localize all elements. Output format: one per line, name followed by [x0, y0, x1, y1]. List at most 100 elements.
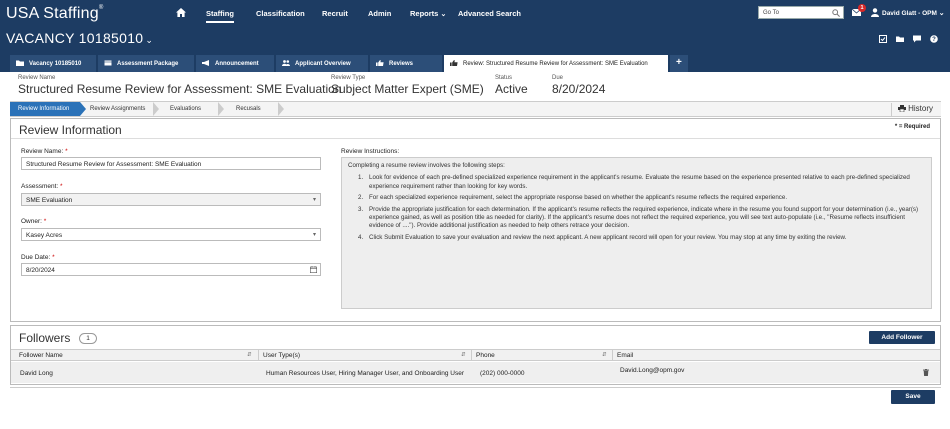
thumb-icon: [450, 60, 458, 66]
nav-staffing[interactable]: Staffing: [206, 9, 234, 23]
tab-review-detail[interactable]: Review: Structured Resume Review for Ass…: [444, 55, 668, 72]
add-tab-button[interactable]: +: [670, 55, 688, 72]
instructions-intro: Completing a resume review involves the …: [348, 162, 505, 169]
goto-input[interactable]: Go To: [758, 6, 844, 19]
history-button[interactable]: History: [890, 103, 937, 116]
step-evaluations[interactable]: Evaluations: [170, 102, 201, 116]
tab-label: Reviews: [389, 61, 414, 67]
review-due-block: Due 8/20/2024: [552, 75, 605, 96]
trash-icon[interactable]: [923, 369, 929, 376]
owner-select[interactable]: Kasey Acres ▾: [21, 228, 321, 241]
tab-reviews[interactable]: Reviews: [370, 55, 442, 72]
owner-value: Kasey Acres: [26, 232, 63, 239]
instruction-item: 4. Click Submit Evaluation to save your e…: [348, 234, 925, 242]
review-due-label: Due: [552, 75, 564, 81]
nav-recruit[interactable]: Recruit: [322, 9, 348, 18]
chevron-down-icon: ⌄: [938, 10, 945, 17]
save-button[interactable]: Save: [891, 390, 935, 404]
package-icon: [104, 60, 112, 66]
column-user-types[interactable]: User Type(s): [263, 352, 300, 359]
review-due-value: 8/20/2024: [552, 82, 606, 96]
table-row: David Long Human Resources User, Hiring …: [11, 362, 940, 383]
tab-vacancy[interactable]: Vacancy 10185010: [10, 55, 96, 72]
tab-announcement[interactable]: Announcement: [196, 55, 274, 72]
nav-reports-label: Reports: [410, 9, 439, 18]
review-name-value: Structured Resume Review for Assessment:…: [18, 82, 342, 96]
due-date-value: 8/20/2024: [26, 267, 55, 274]
review-name-input[interactable]: Structured Resume Review for Assessment:…: [21, 157, 321, 170]
nav-advanced-search[interactable]: Advanced Search: [458, 9, 521, 18]
step-separator: [80, 102, 86, 116]
column-divider: [471, 350, 472, 361]
user-icon[interactable]: [871, 8, 879, 17]
folder-icon[interactable]: [896, 35, 905, 43]
tab-label: Applicant Overview: [295, 61, 351, 67]
label-text: Assessment:: [21, 183, 59, 190]
top-nav: USA Staffing® Staffing Classification Re…: [0, 0, 950, 26]
review-name-block: Review Name Structured Resume Review for…: [18, 75, 341, 96]
goto-placeholder: Go To: [763, 10, 779, 16]
assessment-select[interactable]: SME Evaluation ▾: [21, 193, 321, 206]
mail-count-badge: 1: [858, 4, 866, 12]
nav-classification[interactable]: Classification: [256, 9, 305, 18]
calendar-icon[interactable]: [310, 266, 317, 273]
step-review-information[interactable]: Review Information: [10, 102, 80, 116]
comment-icon[interactable]: [913, 35, 922, 43]
folder-icon: [16, 60, 24, 66]
vacancy-toolbar: ?: [872, 35, 938, 45]
review-header: Review Name Structured Resume Review for…: [10, 72, 941, 102]
instruction-text: Look for evidence of each pre-defined sp…: [369, 174, 910, 190]
thumb-icon: [376, 60, 384, 66]
sort-icon[interactable]: ⇵: [247, 352, 252, 358]
printer-icon: [897, 105, 906, 113]
instructions-box: Completing a resume review involves the …: [341, 157, 932, 309]
instruction-number: 4.: [358, 233, 364, 241]
column-email[interactable]: Email: [617, 352, 633, 359]
required-note: * = Required: [894, 124, 930, 130]
step-review-assignments[interactable]: Review Assignments: [90, 102, 145, 116]
tab-applicant-overview[interactable]: Applicant Overview: [276, 55, 368, 72]
instruction-item: 1. Look for evidence of each pre-defined …: [348, 174, 925, 191]
search-icon[interactable]: [832, 9, 840, 17]
due-date-input[interactable]: 8/20/2024: [21, 263, 321, 276]
step-recusals[interactable]: Recusals: [236, 102, 261, 116]
instruction-text: Click Submit Evaluation to save your eva…: [369, 233, 847, 241]
owner-field-label: Owner: *: [21, 218, 46, 225]
review-type-block: Review Type Subject Matter Expert (SME): [331, 75, 484, 96]
instruction-item: 2. For each specialized experience requir…: [348, 194, 925, 202]
add-follower-button[interactable]: Add Follower: [869, 331, 935, 344]
column-phone[interactable]: Phone: [476, 352, 495, 359]
review-status-block: Status Active: [495, 75, 528, 96]
checklist-icon[interactable]: [879, 35, 888, 43]
vacancy-bar: VACANCY 10185010 ⌄ ?: [0, 26, 950, 54]
review-name-field-label: Review Name: *: [21, 148, 68, 155]
label-text: Owner:: [21, 218, 42, 225]
user-name: David Glatt - OPM: [882, 10, 937, 17]
followers-title: Followers: [19, 331, 71, 345]
sort-icon[interactable]: ⇵: [461, 352, 466, 358]
user-menu[interactable]: David Glatt - OPM ⌄: [882, 9, 945, 17]
brand-logo[interactable]: USA Staffing®: [6, 5, 103, 23]
help-icon[interactable]: ?: [930, 35, 938, 43]
home-icon[interactable]: [176, 8, 186, 17]
required-star: *: [43, 218, 47, 225]
vacancy-title[interactable]: VACANCY 10185010 ⌄: [6, 30, 153, 46]
review-type-value: Subject Matter Expert (SME): [331, 82, 484, 96]
tab-assessment-package[interactable]: Assessment Package: [98, 55, 194, 72]
column-follower-name[interactable]: Follower Name: [19, 352, 63, 359]
column-divider: [612, 350, 613, 361]
instruction-number: 3.: [358, 205, 364, 213]
assessment-value: SME Evaluation: [26, 197, 73, 204]
instructions-list: 1. Look for evidence of each pre-defined …: [348, 174, 925, 242]
megaphone-icon: [202, 60, 209, 66]
step-separator: [218, 102, 224, 116]
step-separator: [153, 102, 159, 116]
follower-name-cell: David Long: [20, 370, 53, 377]
chevron-down-icon: ⌄: [440, 11, 447, 18]
review-status-label: Status: [495, 75, 513, 81]
nav-admin[interactable]: Admin: [368, 9, 391, 18]
nav-reports[interactable]: Reports ⌄: [410, 9, 446, 18]
label-text: Due Date:: [21, 254, 51, 261]
column-divider: [258, 350, 259, 361]
sort-icon[interactable]: ⇵: [602, 352, 607, 358]
